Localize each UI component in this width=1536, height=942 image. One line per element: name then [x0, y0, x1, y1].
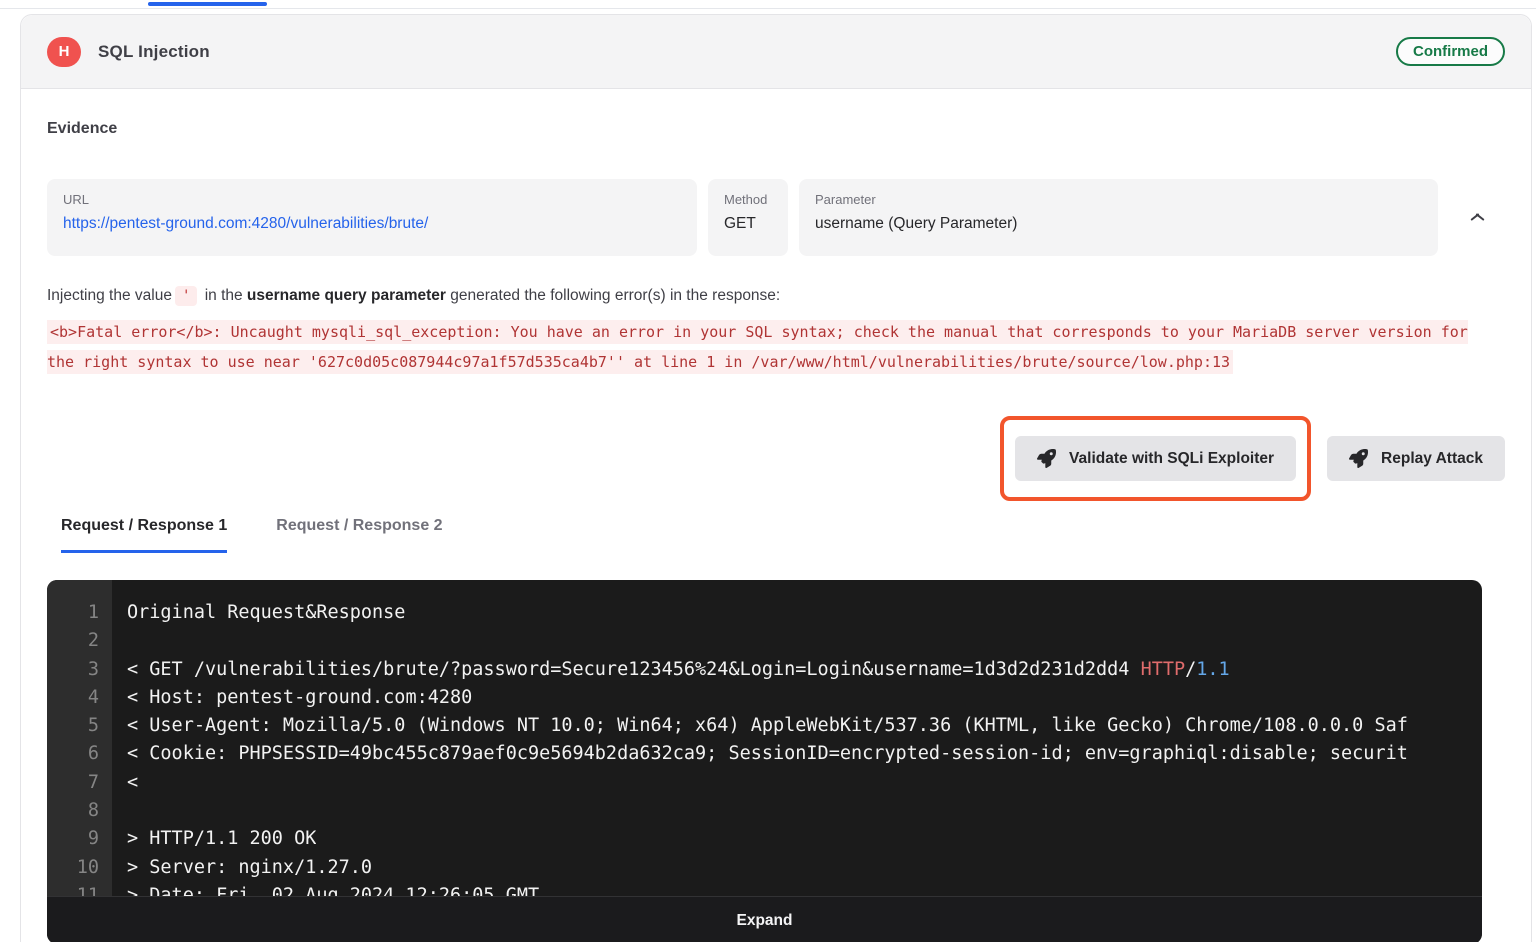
evidence-section-title: Evidence [47, 120, 1505, 138]
rocket-icon [1037, 449, 1056, 468]
rr-tabs: Request / Response 1 Request / Response 2 [47, 517, 1505, 553]
sql-error-message: <b>Fatal error</b>: Uncaught mysqli_sql_… [47, 320, 1468, 374]
finding-card: H SQL Injection Confirmed Evidence URL h… [20, 14, 1532, 942]
tab-request-response-1[interactable]: Request / Response 1 [61, 517, 227, 553]
evidence-description: Injecting the value' in the username que… [47, 287, 1505, 305]
desc-parameter-bold: username query parameter [247, 287, 446, 304]
code-line: 4< Host: pentest-ground.com:4280 [47, 684, 1482, 712]
desc-prefix: Injecting the value [47, 287, 172, 304]
parameter-value: username (Query Parameter) [815, 215, 1422, 233]
severity-badge: H [47, 37, 81, 67]
line-number: 3 [47, 656, 112, 684]
code-line: 2 [47, 627, 1482, 655]
code-text: < Host: pentest-ground.com:4280 [112, 684, 472, 712]
code-line: 6< Cookie: PHPSESSID=49bc455c879aef0c9e5… [47, 740, 1482, 768]
replay-attack-button[interactable]: Replay Attack [1327, 436, 1505, 481]
replay-button-label: Replay Attack [1381, 450, 1483, 468]
code-line: 10> Server: nginx/1.27.0 [47, 854, 1482, 882]
method-box: Method GET [708, 179, 788, 256]
highlight-annotation-box: Validate with SQLi Exploiter [1000, 416, 1311, 501]
top-tab-strip [0, 0, 1536, 9]
code-text [112, 797, 127, 825]
line-number: 5 [47, 712, 112, 740]
code-text [112, 627, 127, 655]
code-text: < [112, 769, 138, 797]
expand-button[interactable]: Expand [47, 896, 1482, 942]
request-response-viewer: 1Original Request&Response23< GET /vulne… [47, 580, 1482, 942]
validate-button-label: Validate with SQLi Exploiter [1069, 450, 1274, 468]
code-text: < User-Agent: Mozilla/5.0 (Windows NT 10… [112, 712, 1408, 740]
rocket-icon [1349, 449, 1368, 468]
chevron-up-icon[interactable] [1470, 213, 1485, 222]
url-box: URL https://pentest-ground.com:4280/vuln… [47, 179, 697, 256]
line-number: 8 [47, 797, 112, 825]
code-text: < GET /vulnerabilities/brute/?password=S… [112, 656, 1230, 684]
code-line: 1Original Request&Response [47, 599, 1482, 627]
finding-title: SQL Injection [98, 42, 210, 62]
collapse-cell [1449, 179, 1505, 256]
code-text: > HTTP/1.1 200 OK [112, 825, 316, 853]
actions-row: Validate with SQLi Exploiter Replay Atta… [47, 416, 1505, 501]
tab-request-response-2[interactable]: Request / Response 2 [276, 517, 442, 553]
code-line: 8 [47, 797, 1482, 825]
desc-suffix: generated the following error(s) in the … [446, 287, 780, 304]
method-label: Method [724, 192, 772, 207]
code-line: 7< [47, 769, 1482, 797]
line-number: 4 [47, 684, 112, 712]
finding-body: Evidence URL https://pentest-ground.com:… [21, 120, 1531, 942]
parameter-label: Parameter [815, 192, 1422, 207]
parameter-box: Parameter username (Query Parameter) [799, 179, 1438, 256]
line-number: 10 [47, 854, 112, 882]
code-line: 9> HTTP/1.1 200 OK [47, 825, 1482, 853]
line-number: 6 [47, 740, 112, 768]
evidence-meta-row: URL https://pentest-ground.com:4280/vuln… [47, 179, 1505, 256]
status-badge: Confirmed [1396, 37, 1505, 66]
code-text: > Server: nginx/1.27.0 [112, 854, 372, 882]
validate-sqli-exploiter-button[interactable]: Validate with SQLi Exploiter [1015, 436, 1296, 481]
code-lines: 1Original Request&Response23< GET /vulne… [47, 599, 1482, 910]
method-value: GET [724, 215, 772, 233]
line-number: 2 [47, 627, 112, 655]
line-number: 1 [47, 599, 112, 627]
url-label: URL [63, 192, 681, 207]
code-text: Original Request&Response [112, 599, 405, 627]
line-number: 9 [47, 825, 112, 853]
line-number: 7 [47, 769, 112, 797]
error-block: <b>Fatal error</b>: Uncaught mysqli_sql_… [47, 318, 1485, 377]
finding-header: H SQL Injection Confirmed [21, 15, 1531, 89]
url-link[interactable]: https://pentest-ground.com:4280/vulnerab… [63, 215, 681, 233]
code-line: 3< GET /vulnerabilities/brute/?password=… [47, 656, 1482, 684]
active-tab-indicator [148, 2, 267, 6]
code-text: < Cookie: PHPSESSID=49bc455c879aef0c9e56… [112, 740, 1408, 768]
injected-value-chip: ' [175, 286, 197, 306]
desc-middle: in the [200, 287, 247, 304]
code-line: 5< User-Agent: Mozilla/5.0 (Windows NT 1… [47, 712, 1482, 740]
